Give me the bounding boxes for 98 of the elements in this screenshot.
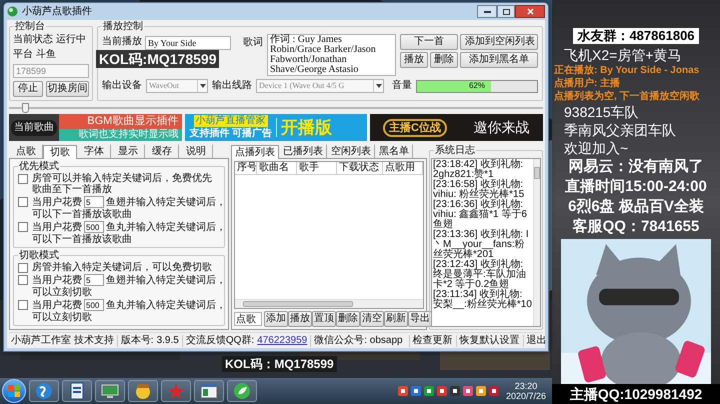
status-action[interactable]: 检查更新 (408, 334, 453, 346)
overlay-text: 客服QQ：7841655 (572, 217, 700, 237)
speech-bubble: 当前歌曲 (11, 120, 57, 136)
status-text: 版本号: (116, 334, 154, 346)
column-header[interactable]: 下载状态 (337, 162, 383, 174)
option-label: 鱼丸并输入特定关键词后， (106, 222, 226, 232)
group-title: 切歌模式 (18, 250, 60, 261)
banner[interactable]: 当前歌曲 BGM歌曲显示插件 歌词也支持实时显示哦 (9, 114, 182, 141)
overlay-text: 飞机X2=房管+黄马 (563, 46, 682, 64)
status-label: 当前状态 (13, 34, 53, 46)
clock-time: 23:20 (514, 381, 538, 391)
option-label: 当用户花费 (32, 222, 82, 232)
input-field[interactable]: 点歌 (234, 312, 262, 326)
group-title: 播放控制 (102, 21, 144, 33)
option-label: 当用户花费 (32, 196, 82, 208)
button[interactable]: 删除 (336, 311, 360, 327)
button[interactable]: 置顶 (312, 311, 336, 327)
lyrics-box[interactable]: 作词 : Guy James Robin/Grace Barker/Jason Fabworth/Jonathan Shave/George Astasio (267, 34, 396, 76)
option-label: 可以立刻切歌 (32, 312, 93, 323)
tab[interactable]: 点播列表 (231, 145, 279, 159)
button[interactable]: 删除 (430, 52, 458, 68)
log-entry: [23:16:36] 收到礼物: vihiu: 鑫鑫猫*1 等于6鱼翅 (433, 200, 528, 230)
option-label: 鱼翅并输入特定关键词后， (106, 196, 226, 208)
input-field[interactable]: 5 (84, 196, 104, 208)
field-label: 输出设备 (102, 80, 142, 92)
banner-title: 小葫芦直播管家 (194, 115, 268, 127)
overlay-text: 网易云：没有南风了 (568, 157, 704, 177)
option-label: 鱼丸并输入特定关键词后， (106, 300, 226, 310)
clock-date: 2020/7/26 (506, 391, 546, 401)
overlay-text: 直播时间15:00-24:00 (564, 177, 708, 197)
version-number: 3.9.5 (156, 334, 179, 346)
volume-bar[interactable]: 62% (416, 80, 538, 92)
banner-subtitle: 歌词也支持实时显示哦 (59, 129, 182, 141)
button[interactable]: 播放 (288, 311, 312, 327)
option-label: 鱼翅并输入特定关键词后， (106, 274, 226, 286)
option-label: 可以下一首播放该歌曲 (32, 234, 133, 245)
group-title: 系统日志 (434, 145, 476, 157)
log-entry: [23:13:36] 收到礼物: I丶M__your__fans:粉丝荧光棒*201 (433, 230, 530, 260)
column-header[interactable]: 歌手 (297, 162, 337, 174)
banner-edition: 开播版 (281, 118, 332, 138)
group-title: 优先模式 (18, 161, 60, 172)
input-field[interactable]: By Your Side (145, 36, 231, 50)
banner-subtitle: 支持插件 可播广告 (189, 128, 272, 140)
banner-badge: 主播C位战 (383, 118, 447, 136)
overlay-text: 6烈6盘 极品百V全装 (567, 197, 705, 217)
button[interactable]: 刷新 (384, 311, 408, 327)
overlay-text: 点播列表为空, 下一首播放空闲歌 (554, 90, 701, 103)
platform-label: 平台 斗鱼 (13, 49, 57, 61)
button[interactable]: 切换房间 (46, 81, 89, 97)
banner[interactable]: 主播C位战 邀你来战 (370, 114, 543, 141)
kol-code-overlay: KOL码：MQ178599 (222, 356, 337, 372)
button[interactable]: 下一首 (400, 34, 458, 50)
status-text: 小葫芦工作室 技术支持 (11, 334, 114, 346)
button[interactable]: 播放 (400, 52, 428, 68)
input-field[interactable]: 500 (84, 221, 104, 233)
field-label: 歌词 (242, 36, 263, 50)
status-value: 运行中 (56, 34, 86, 46)
window-title: 小葫芦点歌插件 (22, 6, 93, 18)
button[interactable]: 导出 (408, 311, 432, 327)
log-entry: [23:12:43] 收到礼物: 终是曼薄平:车队加油卡*2 等于0.2鱼翅 (433, 260, 527, 290)
button[interactable]: 停止 (13, 81, 43, 97)
overlay-text: 欢迎加入~ (563, 139, 630, 157)
overlay-text: 正在播放: By Your Side - Jonas (554, 64, 700, 77)
host-qq: 主播QQ:1029981492 (552, 384, 720, 404)
button[interactable]: 清空 (360, 311, 384, 327)
group-title: 控制台 (14, 21, 46, 33)
overlay-text: 点播用户: 主播 (554, 77, 622, 90)
option-label: 房管并输入特定关键词后，可以免费切歌 (32, 262, 212, 273)
field-label: 音量 (391, 80, 412, 92)
banner-title: 邀你来战 (474, 118, 530, 136)
overlay-text: 938215车队 (563, 103, 640, 121)
overlay-text: 季南风父亲团车队 (563, 121, 677, 139)
tab[interactable]: 切歌 (43, 145, 77, 159)
status-text: 交流反馈QQ群: (182, 334, 254, 346)
option-label: 当用户花费 (32, 274, 82, 286)
field-label: 输出线路 (212, 80, 252, 92)
log-entry: [23:16:58] 收到礼物: vihiu: 粉丝荧光棒*15 (433, 180, 526, 200)
log-entry: [23:18:42] 收到礼物: 2ghz821:赞*1 (433, 160, 524, 180)
column-header[interactable]: 点歌用 (383, 162, 423, 174)
option-label: 可以立刻切歌 (32, 287, 93, 298)
field-label: 当前播放 (102, 36, 142, 48)
option-label: 当用户花费 (32, 300, 82, 310)
banner-title: BGM歌曲显示插件 (59, 114, 182, 129)
column-header[interactable]: 歌曲名 (257, 162, 297, 174)
status-text: 微信公众号: obsapp (310, 334, 403, 346)
group-number: 水友群：487861806 (573, 28, 699, 44)
status-action[interactable]: 恢复默认设置 (456, 334, 520, 346)
kol-code-overlay: KOL码:MQ178599 (96, 50, 220, 68)
button[interactable]: 添加到空闲列表 (460, 34, 538, 50)
option-label: 可以下一首播放该歌曲 (32, 209, 133, 220)
button[interactable]: 添加 (264, 311, 288, 327)
input-field[interactable]: 500 (84, 299, 104, 311)
button[interactable]: 添加到黑名单 (460, 52, 538, 68)
option-label: 房管可以并输入特定关键词后，免费优先歌曲至下一首播放 (32, 173, 213, 195)
status-action[interactable]: 退出 (522, 334, 547, 346)
input-field[interactable]: 5 (84, 274, 104, 286)
qq-group-link[interactable]: 476223959 (257, 334, 308, 346)
log-entry: [23:11:34] 收到礼物: 安梨__:粉丝荧光棒*10 (433, 290, 533, 310)
